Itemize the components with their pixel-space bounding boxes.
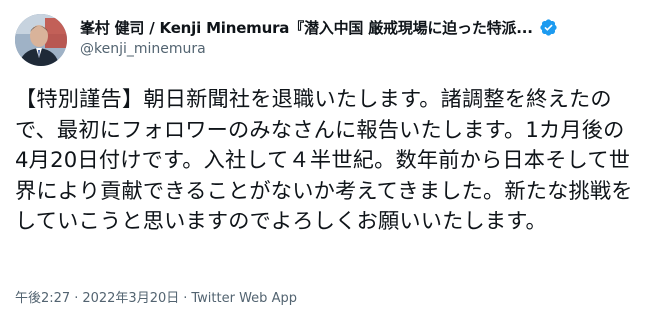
verified-badge-icon: [540, 18, 557, 36]
tweet-card: 峯村 健司 / Kenji Minemura『潜入中国 厳戒現場に迫った特派..…: [0, 0, 645, 324]
name-row: 峯村 健司 / Kenji Minemura『潜入中国 厳戒現場に迫った特派..…: [80, 15, 631, 39]
tweet-source[interactable]: Twitter Web App: [191, 291, 297, 306]
tweet-time[interactable]: 午後2:27: [15, 291, 70, 306]
tweet-header: 峯村 健司 / Kenji Minemura『潜入中国 厳戒現場に迫った特派..…: [80, 15, 631, 61]
meta-separator: ·: [183, 291, 188, 306]
tweet-date[interactable]: 2022年3月20日: [82, 291, 179, 306]
display-name[interactable]: 峯村 健司 / Kenji Minemura『潜入中国 厳戒現場に迫った特派..…: [80, 17, 533, 38]
avatar-image: [15, 14, 67, 66]
avatar[interactable]: [15, 14, 67, 66]
meta-separator: ·: [74, 291, 79, 306]
tweet-meta: 午後2:27 · 2022年3月20日 · Twitter Web App: [15, 289, 297, 309]
tweet-text: 【特別謹告】朝日新聞社を退職いたします。諸調整を終えたので、最初にフォロワーのみ…: [15, 86, 633, 233]
author-handle[interactable]: @kenji_minemura: [80, 39, 631, 59]
